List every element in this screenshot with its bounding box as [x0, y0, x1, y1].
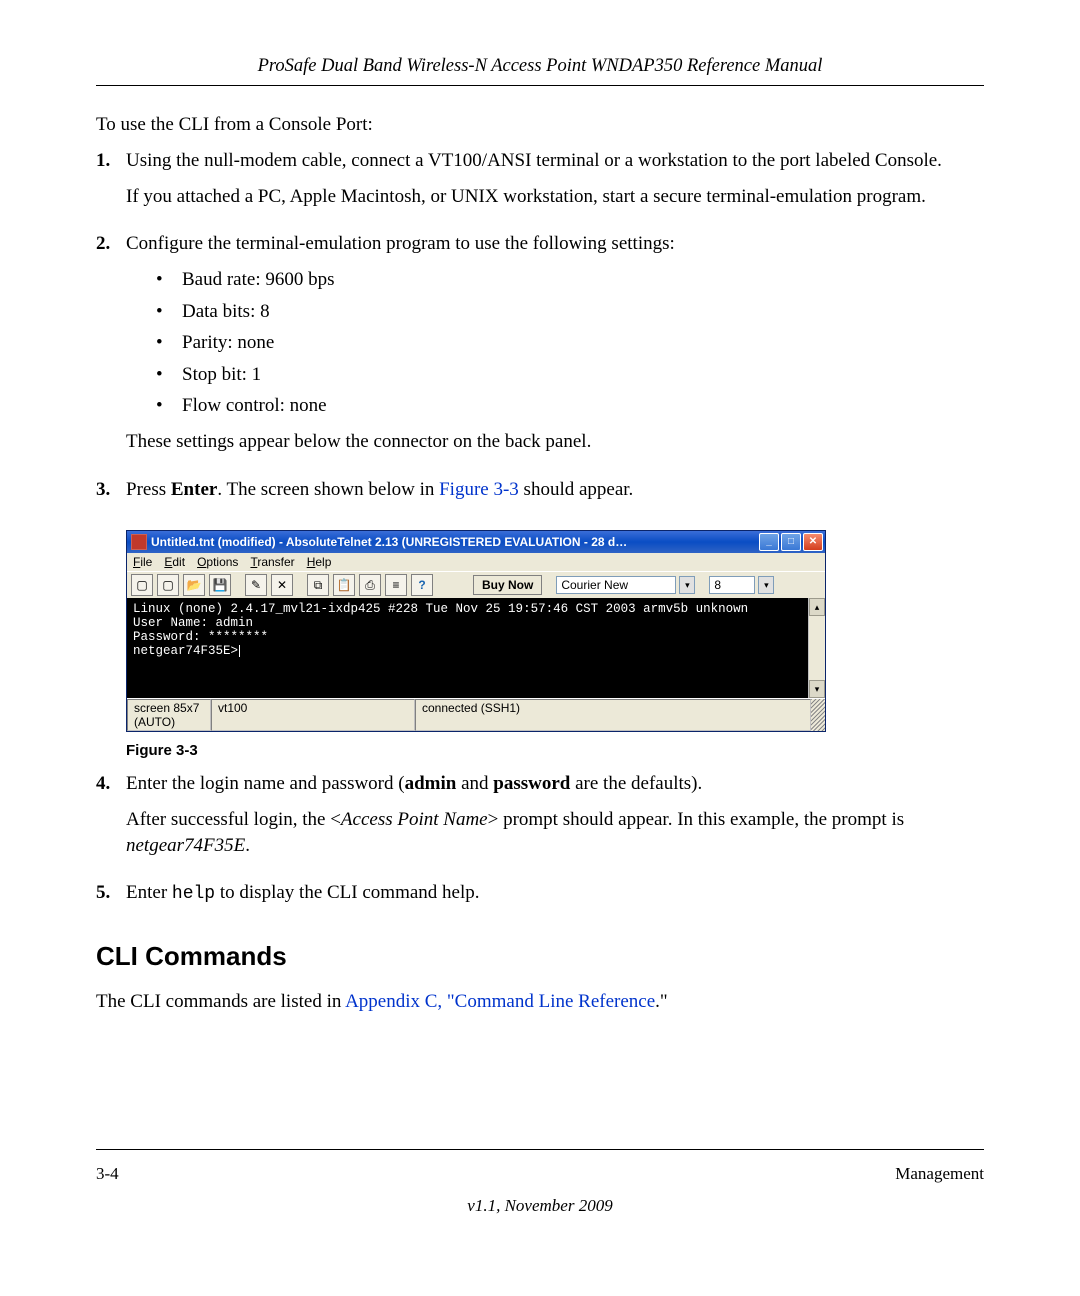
- step-2-number: 2.: [96, 231, 126, 464]
- doc-version: v1.1, November 2009: [96, 1196, 984, 1216]
- scrollbar[interactable]: ▴ ▾: [808, 598, 825, 698]
- step-1-number: 1.: [96, 148, 126, 219]
- menu-edit[interactable]: Edit: [164, 555, 185, 569]
- toolbar: ▢ ▢ 📂 💾 ✎ ✕ ⧉ 📋 ⎙ ≡ ? Buy Now Courier Ne…: [127, 571, 825, 598]
- menu-transfer[interactable]: Transfer: [250, 555, 294, 569]
- status-connection: connected (SSH1): [415, 699, 811, 731]
- toolbar-page-icon[interactable]: ▢: [157, 574, 179, 596]
- admin-default: admin: [405, 773, 457, 794]
- app-icon: [131, 534, 147, 550]
- step-4-number: 4.: [96, 771, 126, 868]
- minimize-button[interactable]: _: [759, 533, 779, 551]
- step-5-number: 5.: [96, 880, 126, 916]
- step-3-number: 3.: [96, 477, 126, 513]
- titlebar: Untitled.tnt (modified) - AbsoluteTelnet…: [127, 531, 825, 553]
- toolbar-open-icon[interactable]: 📂: [183, 574, 205, 596]
- status-screen: screen 85x7 (AUTO): [127, 699, 211, 731]
- step-1-p1: Using the null-modem cable, connect a VT…: [126, 148, 984, 174]
- appendix-c-link[interactable]: Appendix C, "Command Line Reference: [345, 991, 655, 1012]
- page-header-title: ProSafe Dual Band Wireless-N Access Poin…: [96, 56, 984, 77]
- step-2-bullet-databits: Data bits: 8: [126, 299, 984, 325]
- step-4-p1: Enter the login name and password (admin…: [126, 771, 984, 797]
- enter-key: Enter: [171, 479, 217, 500]
- scroll-up-icon[interactable]: ▴: [809, 598, 825, 616]
- intro-text: To use the CLI from a Console Port:: [96, 114, 984, 136]
- help-command: help: [172, 884, 215, 904]
- toolbar-wand-icon[interactable]: ✎: [245, 574, 267, 596]
- step-2-lead: Configure the terminal-emulation program…: [126, 231, 984, 257]
- toolbar-cancel-icon[interactable]: ✕: [271, 574, 293, 596]
- cli-commands-text: The CLI commands are listed in Appendix …: [96, 991, 984, 1013]
- step-2-bullet-baud: Baud rate: 9600 bps: [126, 267, 984, 293]
- figure-caption: Figure 3-3: [126, 742, 984, 759]
- buy-now-button[interactable]: Buy Now: [473, 575, 542, 595]
- font-select[interactable]: Courier New: [556, 576, 676, 594]
- toolbar-paste-icon[interactable]: 📋: [333, 574, 355, 596]
- footer-rule: [96, 1149, 984, 1150]
- step-4-p2: After successful login, the <Access Poin…: [126, 807, 984, 858]
- font-dropdown-icon[interactable]: ▾: [679, 576, 695, 594]
- step-2-tail: These settings appear below the connecto…: [126, 429, 984, 455]
- scroll-down-icon[interactable]: ▾: [809, 680, 825, 698]
- header-rule: [96, 85, 984, 86]
- figure-3-3-link[interactable]: Figure 3-3: [439, 479, 519, 500]
- step-3-text: Press Enter. The screen shown below in F…: [126, 477, 984, 503]
- cli-commands-heading: CLI Commands: [96, 941, 984, 972]
- fontsize-select[interactable]: 8: [709, 576, 755, 594]
- toolbar-print-icon[interactable]: ⎙: [359, 574, 381, 596]
- fontsize-dropdown-icon[interactable]: ▾: [758, 576, 774, 594]
- toolbar-copy-icon[interactable]: ⧉: [307, 574, 329, 596]
- status-term: vt100: [211, 699, 415, 731]
- statusbar: screen 85x7 (AUTO) vt100 connected (SSH1…: [127, 698, 825, 731]
- toolbar-new-icon[interactable]: ▢: [131, 574, 153, 596]
- password-default: password: [493, 773, 570, 794]
- chapter-label: Management: [895, 1164, 984, 1184]
- terminal-window: Untitled.tnt (modified) - AbsoluteTelnet…: [126, 530, 826, 732]
- maximize-button[interactable]: □: [781, 533, 801, 551]
- terminal-output[interactable]: Linux (none) 2.4.17_mvl21-ixdp425 #228 T…: [127, 598, 825, 698]
- menubar: File Edit Options Transfer Help: [127, 553, 825, 571]
- step-5-text: Enter help to display the CLI command he…: [126, 880, 984, 906]
- menu-options[interactable]: Options: [197, 555, 238, 569]
- toolbar-save-icon[interactable]: 💾: [209, 574, 231, 596]
- page-number: 3-4: [96, 1164, 119, 1184]
- close-button[interactable]: ✕: [803, 533, 823, 551]
- step-2-bullet-stopbit: Stop bit: 1: [126, 362, 984, 388]
- menu-help[interactable]: Help: [307, 555, 332, 569]
- window-title: Untitled.tnt (modified) - AbsoluteTelnet…: [151, 535, 755, 549]
- toolbar-help-icon[interactable]: ?: [411, 574, 433, 596]
- menu-file[interactable]: File: [133, 555, 152, 569]
- step-1-p2: If you attached a PC, Apple Macintosh, o…: [126, 184, 984, 210]
- toolbar-list-icon[interactable]: ≡: [385, 574, 407, 596]
- step-2-bullet-flow: Flow control: none: [126, 393, 984, 419]
- step-2-bullet-parity: Parity: none: [126, 330, 984, 356]
- resize-grip-icon[interactable]: [811, 699, 825, 731]
